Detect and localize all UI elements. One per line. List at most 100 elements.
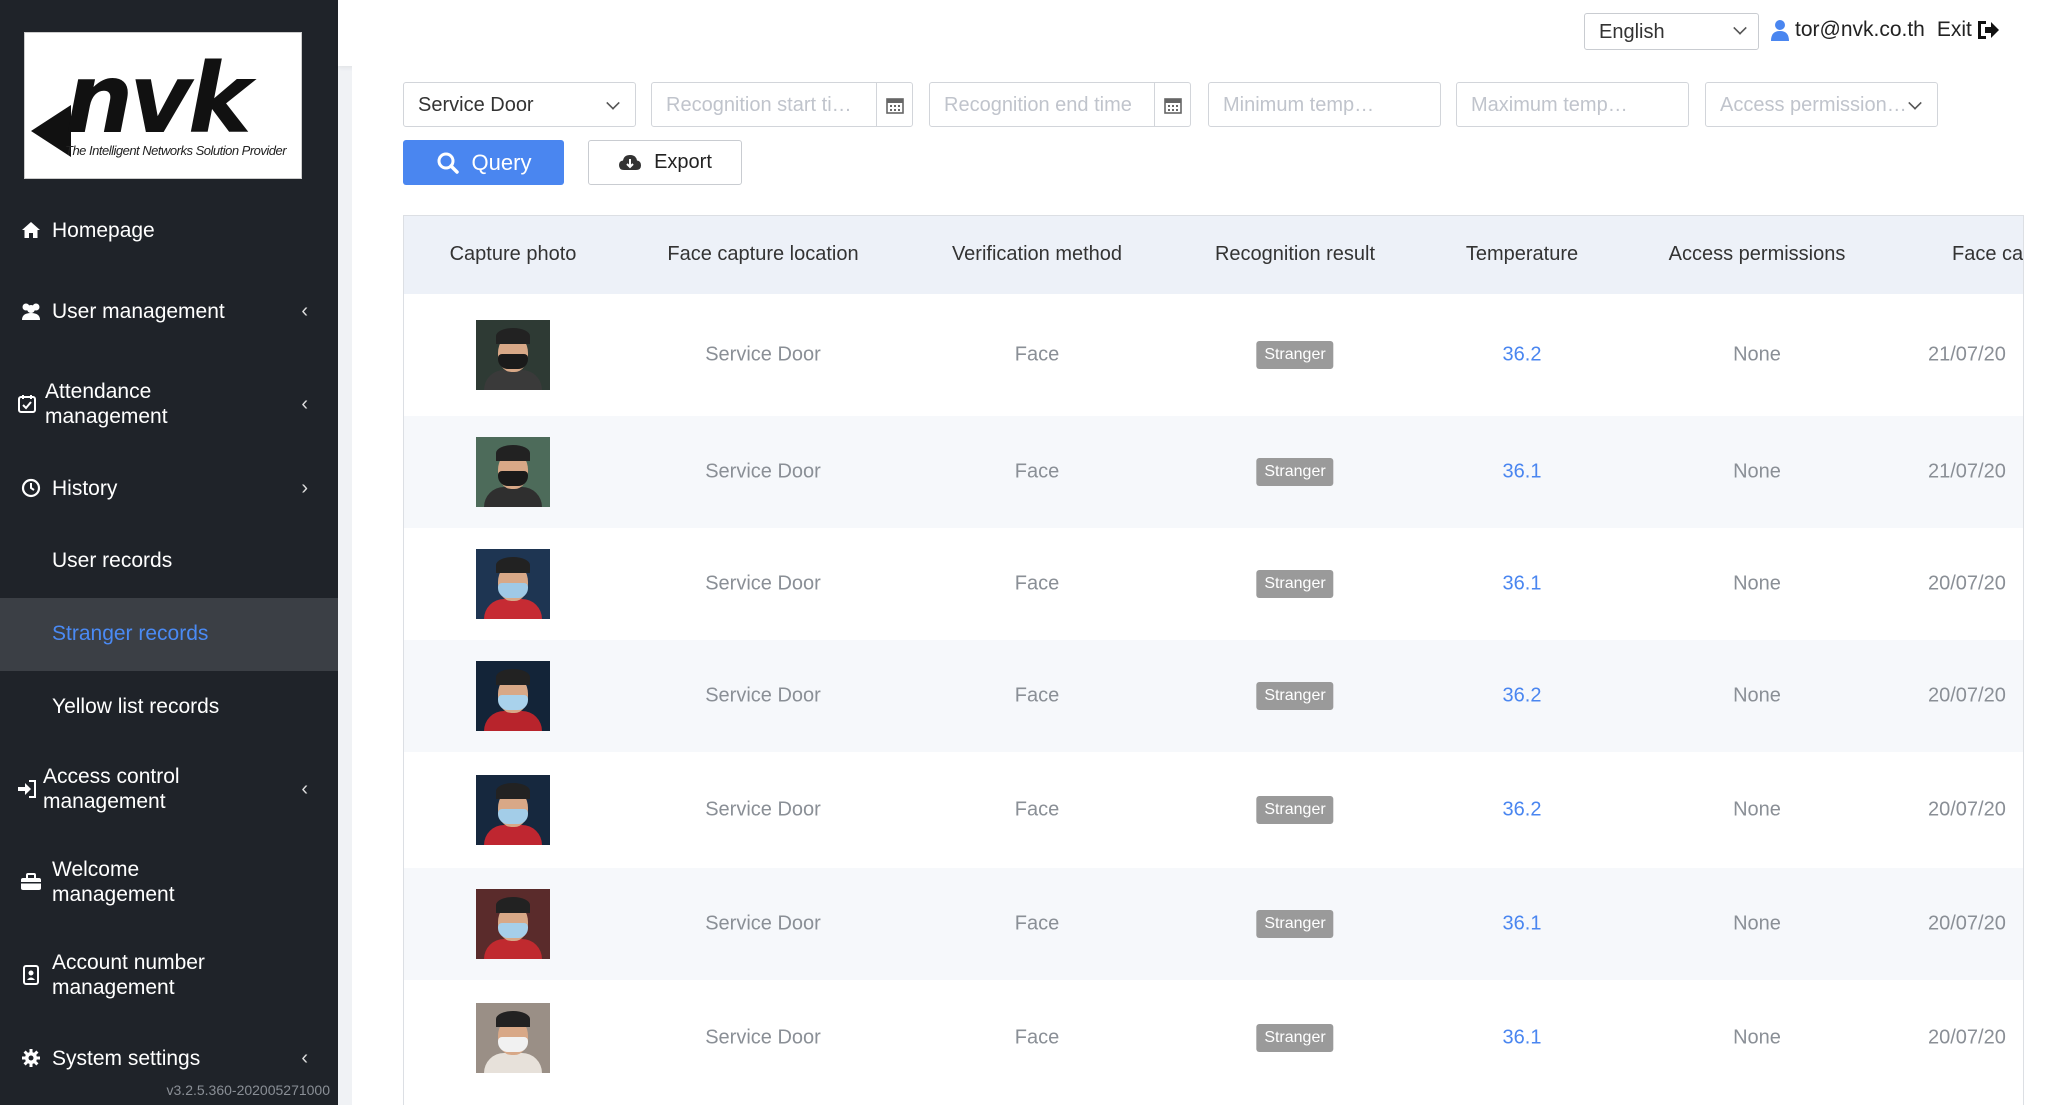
sidebar-item-access-control-management[interactable]: Access control management ‹ — [0, 764, 338, 814]
capture-photo[interactable] — [476, 1003, 550, 1073]
sidebar-item-history[interactable]: History › — [0, 472, 338, 504]
cell-capture-time: 20/07/20 — [1928, 684, 2006, 707]
cell-capture-time: 20/07/20 — [1928, 1026, 2006, 1049]
column-header: Recognition result — [1214, 243, 1376, 265]
cell-capture-location: Service Door — [705, 1026, 821, 1049]
chevron-down-icon — [606, 96, 620, 110]
recognition-start-time-input[interactable]: Recognition start ti… — [651, 82, 913, 127]
recognition-end-time-input[interactable]: Recognition end time — [929, 82, 1191, 127]
capture-photo[interactable] — [476, 889, 550, 959]
capture-photo[interactable] — [476, 549, 550, 619]
column-header: Temperature — [1465, 243, 1579, 265]
cell-verification-method: Face — [1014, 912, 1060, 935]
query-button[interactable]: Query — [403, 140, 564, 185]
cell-capture-location: Service Door — [705, 460, 821, 483]
cell-capture-time: 21/07/20 — [1928, 460, 2006, 483]
table-row[interactable]: Service Door Face 36.1 None 20/07/20 Stranger — [404, 868, 2023, 980]
capture-photo[interactable] — [476, 775, 550, 845]
column-header: Face ca — [1952, 243, 2024, 265]
main-content: Service Door Recognition start ti… Recog… — [352, 66, 2048, 1105]
sidebar-item-label: Homepage — [52, 218, 155, 242]
cell-temperature[interactable]: 36.1 — [1503, 573, 1542, 596]
sidebar-item-label: User records — [52, 549, 173, 572]
table-row[interactable]: Service Door Face 36.2 None 20/07/20 Stranger — [404, 752, 2023, 868]
cell-verification-method: Face — [1014, 343, 1060, 366]
sidebar-item-system-settings[interactable]: System settings ‹ — [0, 1043, 338, 1073]
table-row[interactable]: Service Door Face 36.1 None 20/07/20 Stranger — [404, 980, 2023, 1096]
language-select[interactable]: English — [1584, 13, 1759, 50]
calendar-icon[interactable] — [876, 83, 912, 126]
users-icon — [18, 298, 44, 324]
cell-temperature[interactable]: 36.1 — [1503, 1027, 1542, 1050]
cell-access-permissions: None — [1733, 343, 1781, 366]
cell-temperature[interactable]: 36.2 — [1503, 799, 1542, 822]
sidebar-item-label: User management — [52, 299, 225, 323]
start-time-placeholder: Recognition start ti… — [666, 94, 852, 116]
cell-temperature[interactable]: 36.2 — [1503, 685, 1542, 708]
exit-button[interactable]: Exit — [1937, 18, 2000, 42]
access-permission-placeholder: Access permission… — [1720, 94, 1907, 116]
cell-temperature[interactable]: 36.1 — [1503, 461, 1542, 484]
user-icon — [1771, 20, 1789, 41]
exit-label: Exit — [1936, 18, 1972, 41]
capture-photo[interactable] — [476, 320, 550, 390]
export-button[interactable]: Export — [588, 140, 742, 185]
sidebar-item-homepage[interactable]: Homepage — [0, 212, 338, 248]
cloud-download-icon — [619, 154, 642, 170]
cell-capture-location: Service Door — [705, 798, 821, 821]
calendar-icon[interactable] — [1154, 83, 1190, 126]
chevron-down-icon — [1733, 21, 1747, 35]
cell-access-permissions: None — [1733, 572, 1781, 595]
min-temp-placeholder: Minimum temp… — [1223, 94, 1375, 116]
cell-capture-location: Service Door — [705, 912, 821, 935]
table-row[interactable]: Service Door Face 36.1 None 20/07/20 Stranger — [404, 528, 2023, 640]
table-row[interactable]: Service Door Face 36.2 None 20/07/20 Stranger — [404, 640, 2023, 752]
cell-temperature[interactable]: 36.1 — [1503, 913, 1542, 936]
cell-capture-location: Service Door — [705, 572, 821, 595]
recognition-result-badge: Stranger — [1256, 341, 1334, 369]
sidebar-item-label: Account number management — [52, 951, 205, 999]
chevron-down-icon — [1908, 96, 1922, 110]
access-permission-select[interactable]: Access permission… — [1705, 82, 1938, 127]
chevron-left-icon: ‹ — [301, 777, 308, 800]
sidebar-item-attendance-management[interactable]: Attendance management ‹ — [0, 379, 338, 429]
maximum-temperature-input[interactable]: Maximum temp… — [1456, 82, 1689, 127]
cell-verification-method: Face — [1014, 1026, 1060, 1049]
sidebar-item-label: Attendance management — [45, 380, 168, 428]
table-row[interactable]: Service Door Face 36.1 None 21/07/20 Stranger — [404, 416, 2023, 528]
sidebar-subitem-yellow-list-records[interactable]: Yellow list records — [0, 671, 338, 744]
sidebar-item-label: Stranger records — [52, 622, 209, 645]
sidebar-item-user-management[interactable]: User management ‹ — [0, 286, 338, 336]
cell-temperature[interactable]: 36.2 — [1503, 344, 1542, 367]
location-select[interactable]: Service Door — [403, 82, 636, 127]
location-value: Service Door — [418, 94, 534, 116]
gear-icon — [18, 1045, 44, 1071]
cell-capture-time: 20/07/20 — [1928, 912, 2006, 935]
column-header: Access permissions — [1668, 243, 1846, 265]
logo-text: nvk — [65, 43, 252, 155]
chevron-right-icon: › — [301, 476, 308, 499]
capture-photo[interactable] — [476, 437, 550, 507]
sidebar-item-label: Access control management — [43, 765, 180, 813]
sidebar-item-account-number-management[interactable]: Account number management — [0, 950, 338, 1000]
table-row[interactable]: Service Door Face 36.2 None 21/07/20 Stranger — [404, 294, 2023, 416]
sidebar-item-welcome-management[interactable]: Welcome management — [0, 857, 338, 907]
briefcase-icon — [18, 869, 44, 895]
cell-verification-method: Face — [1014, 798, 1060, 821]
column-header: Verification method — [951, 243, 1123, 265]
chevron-left-icon: ‹ — [301, 392, 308, 415]
chevron-left-icon: ‹ — [301, 299, 308, 322]
sidebar-subitem-user-records[interactable]: User records — [0, 525, 338, 598]
capture-photo[interactable] — [476, 661, 550, 731]
user-email[interactable]: tor@nvk.co.th — [1795, 18, 1925, 42]
language-value: English — [1599, 21, 1665, 43]
cell-access-permissions: None — [1733, 1026, 1781, 1049]
logo-tagline: The Intelligent Networks Solution Provid… — [65, 143, 287, 158]
user-area: tor@nvk.co.th Exit — [1770, 18, 2000, 42]
recognition-result-badge: Stranger — [1256, 570, 1334, 598]
sidebar-subitem-stranger-records[interactable]: Stranger records — [0, 598, 338, 671]
calendar-check-icon — [14, 391, 40, 417]
cell-capture-location: Service Door — [705, 343, 821, 366]
company-logo: nvk The Intelligent Networks Solution Pr… — [24, 32, 302, 179]
minimum-temperature-input[interactable]: Minimum temp… — [1208, 82, 1441, 127]
